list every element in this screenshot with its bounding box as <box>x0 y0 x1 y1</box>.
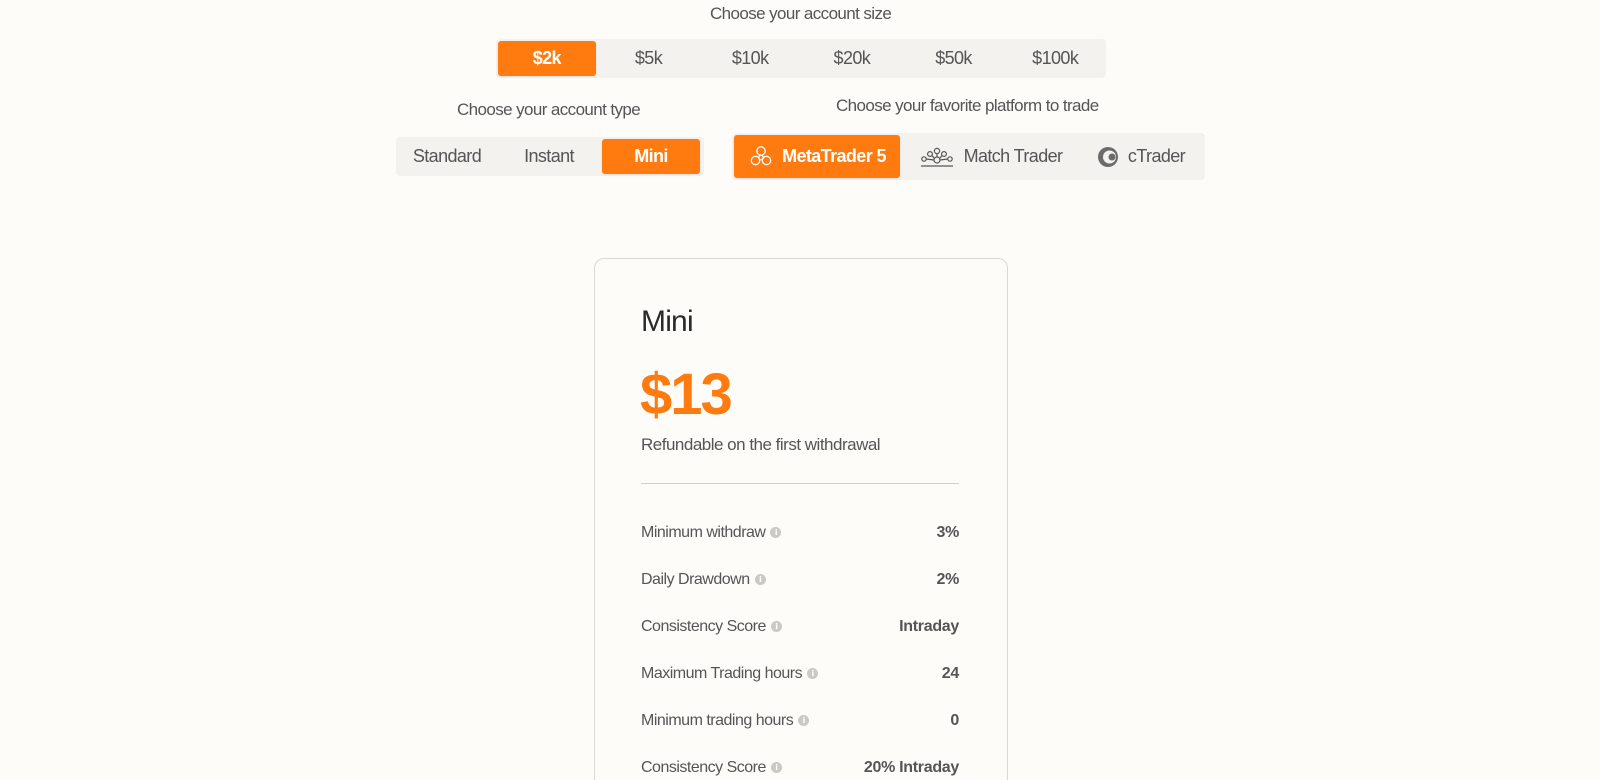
metatrader-icon <box>748 145 774 169</box>
info-icon[interactable]: i <box>807 668 819 679</box>
plan-subtitle: Refundable on the first withdrawal <box>641 435 881 454</box>
plan-title: Mini <box>641 305 694 338</box>
ctrader-icon <box>1096 145 1120 169</box>
rule-value: 3% <box>936 523 959 541</box>
rule-value: 0 <box>950 711 959 729</box>
account-size-selector: $2k $5k $10k $20k $50k $100k <box>496 39 1106 78</box>
plan-card: Mini $13 Refundable on the first withdra… <box>594 258 1008 780</box>
platform-label: Choose your favorite platform to trade <box>836 96 1099 115</box>
size-option-5k[interactable]: $5k <box>600 41 698 76</box>
size-option-100k[interactable]: $100k <box>1006 41 1104 76</box>
rule-label: Consistency Score <box>641 758 766 776</box>
platform-option-label: cTrader <box>1127 146 1186 166</box>
info-icon[interactable]: i <box>770 621 782 632</box>
rule-value: 20% Intraday <box>863 758 959 776</box>
type-option-instant[interactable]: Instant <box>500 139 598 174</box>
plan-rules-list: Minimum withdraw i 3% Daily Drawdown i 2… <box>641 509 959 780</box>
pricing-configurator: Choose your account size $2k $5k $10k $2… <box>0 0 1600 780</box>
rule-row: Minimum withdraw i 3% <box>641 509 959 556</box>
rule-value: Intraday <box>899 617 959 635</box>
rule-label: Maximum Trading hours <box>641 664 803 682</box>
plan-price: $13 <box>640 362 733 427</box>
platform-option-metatrader5[interactable]: MetaTrader 5 <box>734 135 900 178</box>
rule-row: Consistency Score i 20% Intraday <box>641 744 959 780</box>
platform-option-match-trader[interactable]: Match Trader <box>900 135 1080 178</box>
rule-label: Consistency Score <box>641 617 766 635</box>
account-type-selector: Standard Instant Mini <box>396 137 704 176</box>
rule-row: Daily Drawdown i 2% <box>641 556 959 603</box>
size-option-2k[interactable]: $2k <box>498 41 596 76</box>
rule-label: Minimum trading hours <box>641 711 794 729</box>
type-option-standard[interactable]: Standard <box>398 139 496 174</box>
platform-option-label: Match Trader <box>963 146 1063 166</box>
platform-option-label: MetaTrader 5 <box>782 146 886 166</box>
match-trader-icon <box>918 145 956 169</box>
account-size-label: Choose your account size <box>710 4 892 23</box>
size-option-20k[interactable]: $20k <box>803 41 901 76</box>
size-option-10k[interactable]: $10k <box>701 41 799 76</box>
rule-row: Maximum Trading hours i 24 <box>641 650 959 697</box>
platform-option-ctrader[interactable]: cTrader <box>1080 135 1201 178</box>
info-icon[interactable]: i <box>798 715 810 726</box>
rule-label: Daily Drawdown <box>641 570 750 588</box>
platform-selector: MetaTrader 5 Match Trader cTrader <box>732 133 1205 180</box>
size-option-50k[interactable]: $50k <box>905 41 1003 76</box>
card-divider <box>641 483 959 484</box>
rule-value: 2% <box>936 570 959 588</box>
account-type-label: Choose your account type <box>457 100 641 119</box>
rule-value: 24 <box>941 664 960 682</box>
rule-label: Minimum withdraw <box>641 523 766 541</box>
type-option-mini[interactable]: Mini <box>602 139 700 174</box>
info-icon[interactable]: i <box>754 574 766 585</box>
rule-row: Minimum trading hours i 0 <box>641 697 959 744</box>
rule-row: Consistency Score i Intraday <box>641 603 959 650</box>
info-icon[interactable]: i <box>770 762 782 773</box>
info-icon[interactable]: i <box>770 527 782 538</box>
